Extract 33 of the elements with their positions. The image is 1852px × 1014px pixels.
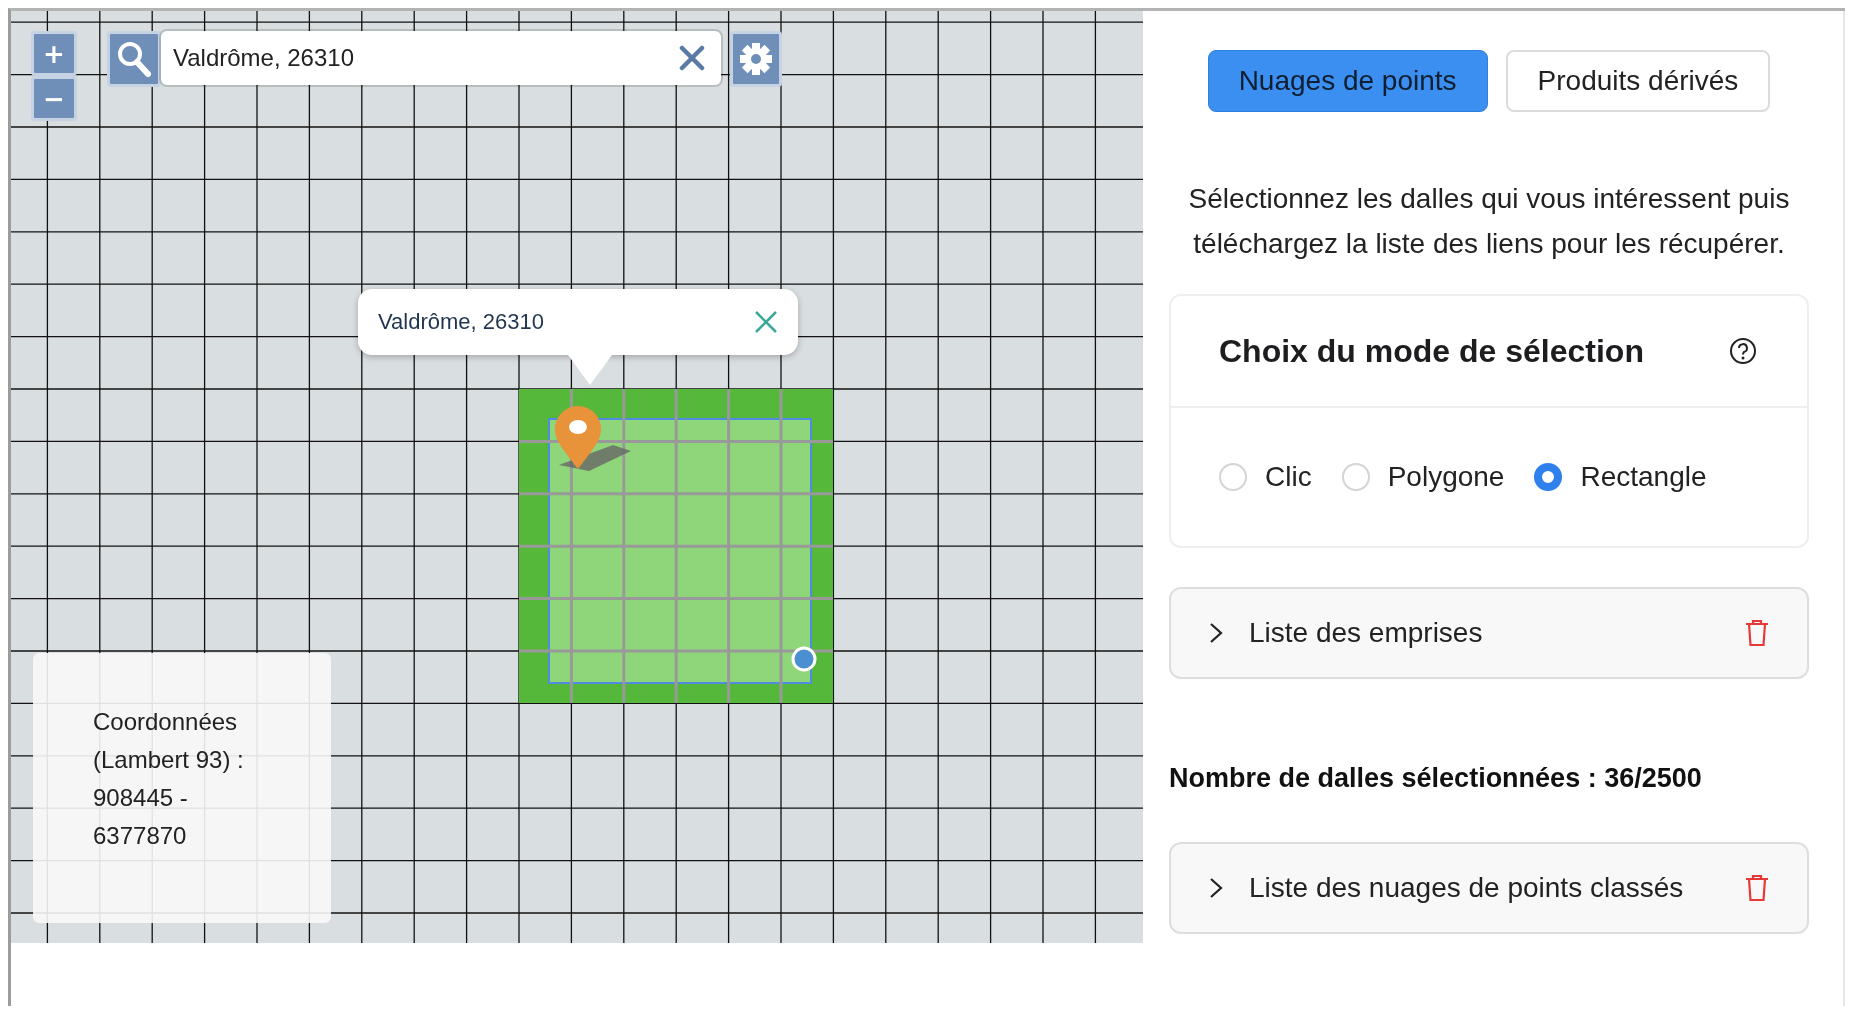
trash-icon [1745, 874, 1769, 902]
radio-option[interactable]: Rectangle [1534, 461, 1707, 493]
accordion-label: Liste des nuages de points classés [1249, 872, 1685, 904]
close-icon [679, 45, 705, 71]
tab[interactable]: Nuages de points [1207, 50, 1488, 112]
radio-option[interactable]: Polygone [1341, 461, 1505, 493]
card-title: Choix du mode de sélection [1219, 332, 1644, 370]
handle-dot[interactable] [791, 646, 817, 672]
settings-button[interactable] [730, 31, 782, 87]
radio-label: Clic [1265, 461, 1312, 493]
tab[interactable]: Produits dérivés [1505, 50, 1771, 112]
radio-label: Polygone [1387, 461, 1505, 493]
map-pin-icon [555, 406, 631, 471]
radio-button[interactable] [1534, 463, 1563, 491]
selected-count-text: Nombre de dalles sélectionnées : 36/2500 [1169, 763, 1703, 794]
search-bar[interactable]: Valdrôme, 26310 [161, 31, 721, 85]
radio-option[interactable]: Clic [1219, 461, 1312, 493]
delete-button[interactable] [1745, 874, 1769, 902]
settings-icon [739, 42, 773, 76]
radio-label: Rectangle [1580, 461, 1707, 493]
close-icon [754, 310, 778, 334]
accordion-header[interactable]: Liste des emprises [1169, 587, 1809, 679]
coordinates-text: Coordonnées (Lambert 93) : 908445 - 6377870 [93, 707, 245, 851]
accordion-header[interactable]: Liste des nuages de points classés [1169, 842, 1809, 934]
delete-button[interactable] [1745, 619, 1769, 647]
search-icon [116, 40, 152, 78]
instructions-text: Sélectionnez les dalles qui vous intéressent puis téléchargez la liste des liens pour les récupérer. [1187, 182, 1791, 261]
search-field[interactable]: Valdrôme, 26310 [173, 44, 675, 72]
accordion-label: Liste des emprises [1249, 617, 1484, 649]
popup-text: Valdrôme, 26310 [378, 309, 545, 335]
help-icon[interactable] [1729, 337, 1757, 365]
search-button[interactable] [107, 31, 161, 87]
trash-icon [1745, 619, 1769, 647]
